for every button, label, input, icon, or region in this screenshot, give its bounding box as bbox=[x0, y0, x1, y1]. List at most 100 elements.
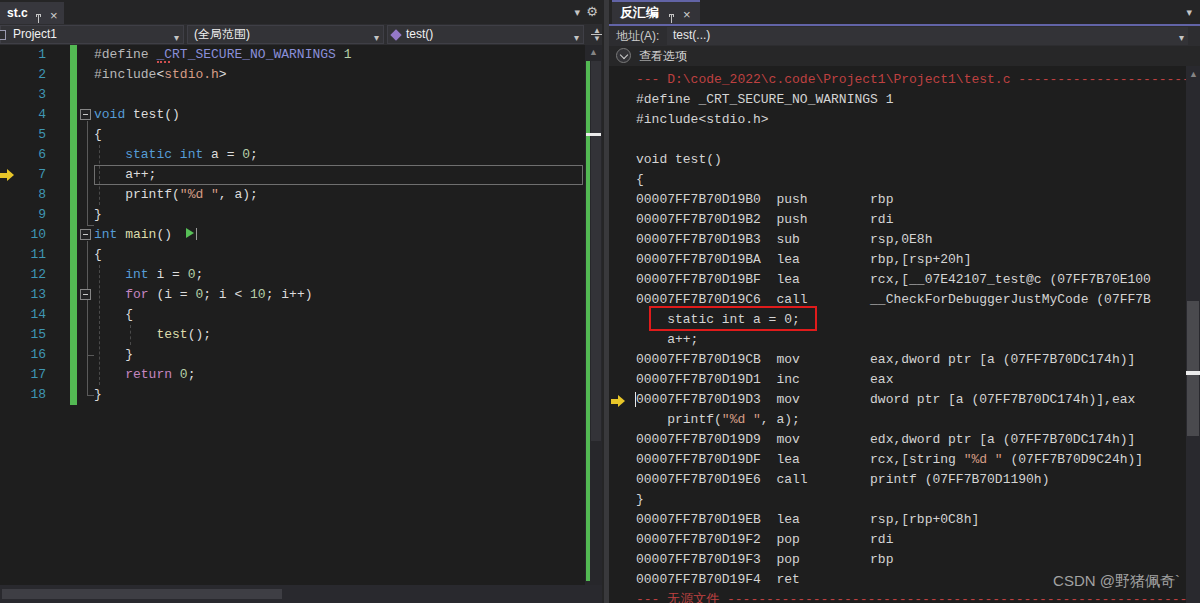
disasm-line: 00007FF7B70D19D3 mov dword ptr [a (07FF7… bbox=[636, 390, 1200, 410]
line-number: 11 bbox=[0, 245, 46, 265]
change-bar bbox=[70, 165, 77, 185]
caret-position-mark bbox=[1186, 371, 1200, 375]
separator-line: --- D:\code_2022\c.code\Project1\Project… bbox=[636, 70, 1200, 90]
source-editor-pane: st.c × ▾ ⚙ Project1 ▾ (全局范围) ▾ test() ▾ bbox=[0, 0, 602, 603]
change-bar bbox=[70, 205, 77, 225]
code-line: 5{ bbox=[0, 125, 602, 145]
visual-studio-window: st.c × ▾ ⚙ Project1 ▾ (全局范围) ▾ test() ▾ bbox=[0, 0, 1200, 603]
fold-collapse-icon[interactable] bbox=[80, 109, 91, 120]
code-lines: 1#define _CRT_SECURE_NO_WARNINGS 12#incl… bbox=[0, 45, 602, 405]
address-combo[interactable]: test(...) ▾ bbox=[667, 27, 1188, 45]
disasm-line: 00007FF7B70D19F2 pop rdi bbox=[636, 530, 1200, 550]
disassembly-pane: 反汇编 × ▾ 地址(A): test(...) ▾ 查看选项 --- D:\c… bbox=[609, 0, 1200, 603]
change-track-marks bbox=[586, 61, 590, 581]
line-number: 9 bbox=[0, 205, 46, 225]
editor-horizontal-scrollbar[interactable] bbox=[0, 585, 602, 603]
code-line: 11{ bbox=[0, 245, 602, 265]
change-bar bbox=[70, 185, 77, 205]
line-number: 5 bbox=[0, 125, 46, 145]
tab-title: st.c bbox=[7, 6, 28, 20]
line-number: 3 bbox=[0, 85, 46, 105]
change-bar bbox=[70, 125, 77, 145]
disasm-line: 00007FF7B70D19B3 sub rsp,0E8h bbox=[636, 230, 1200, 250]
change-bar bbox=[70, 85, 77, 105]
scope-dropdown[interactable]: (全局范围) ▾ bbox=[187, 25, 384, 44]
fold-collapse-icon[interactable] bbox=[80, 289, 91, 300]
text-caret bbox=[635, 392, 636, 407]
disasm-line: 00007FF7B70D19D9 mov edx,dword ptr [a (0… bbox=[636, 430, 1200, 450]
code-line: 18} bbox=[0, 385, 602, 405]
change-bar bbox=[70, 385, 77, 405]
change-bar bbox=[70, 305, 77, 325]
disasm-line: 00007FF7B70D19BF lea rcx,[__07E42107_tes… bbox=[636, 270, 1200, 290]
view-options-bar: 查看选项 bbox=[609, 46, 1200, 66]
code-line: 2#include<stdio.h> bbox=[0, 65, 602, 85]
next-instruction-arrow-icon bbox=[611, 395, 627, 408]
project-icon bbox=[0, 30, 6, 40]
change-bar bbox=[70, 265, 77, 285]
pane-splitter[interactable] bbox=[602, 0, 609, 603]
line-number: 14 bbox=[0, 305, 46, 325]
change-bar bbox=[70, 145, 77, 165]
code-line: 12 int i = 0; bbox=[0, 265, 602, 285]
caret-position-mark bbox=[586, 133, 601, 136]
change-bar bbox=[70, 345, 77, 365]
separator-line: --- 无源文件 -------------------------------… bbox=[636, 590, 1200, 603]
code-line: 8 printf("%d ", a); bbox=[0, 185, 602, 205]
disasm-line: { bbox=[636, 170, 1200, 190]
scope-dropdown-value: (全局范围) bbox=[188, 26, 383, 43]
document-tab-strip: st.c × ▾ ⚙ bbox=[0, 0, 602, 24]
address-label: 地址(A): bbox=[616, 28, 659, 45]
code-line: 14 { bbox=[0, 305, 602, 325]
scroll-up-icon[interactable]: ▲ bbox=[1189, 69, 1198, 79]
scroll-up-icon[interactable]: ▲ bbox=[589, 47, 598, 57]
code-line: 7 a++; bbox=[0, 165, 602, 185]
line-number: 6 bbox=[0, 145, 46, 165]
disassembly-vertical-scrollbar[interactable]: ▲ bbox=[1186, 66, 1200, 603]
tab-list-dropdown-icon[interactable]: ▾ bbox=[574, 6, 580, 19]
disasm-line: void test() bbox=[636, 150, 1200, 170]
disasm-line: } bbox=[636, 490, 1200, 510]
close-icon[interactable]: × bbox=[683, 4, 691, 26]
disasm-line: 00007FF7B70D19E6 call printf (07FF7B70D1… bbox=[636, 470, 1200, 490]
highlight-red-box bbox=[649, 306, 817, 331]
line-number: 13 bbox=[0, 285, 46, 305]
disassembly-content[interactable]: --- D:\code_2022\c.code\Project1\Project… bbox=[609, 66, 1200, 603]
navigation-bar: Project1 ▾ (全局范围) ▾ test() ▾ ▲▼ bbox=[0, 24, 602, 45]
chevron-down-icon: ▾ bbox=[1179, 29, 1184, 46]
disasm-line: #include<stdio.h> bbox=[636, 110, 1200, 130]
line-number: 17 bbox=[0, 365, 46, 385]
line-number: 7 bbox=[0, 165, 46, 185]
tab-disassembly[interactable]: 反汇编 × bbox=[612, 0, 700, 24]
disasm-line: 00007FF7B70D19D1 inc eax bbox=[636, 370, 1200, 390]
tab-st.c[interactable]: st.c × bbox=[0, 2, 64, 24]
code-editor[interactable]: 1#define _CRT_SECURE_NO_WARNINGS 12#incl… bbox=[0, 45, 602, 603]
disasm-line: 00007FF7B70D19DF lea rcx,[string "%d " (… bbox=[636, 450, 1200, 470]
gear-icon[interactable]: ⚙ bbox=[586, 4, 598, 19]
line-number: 12 bbox=[0, 265, 46, 285]
code-line: 6 static int a = 0; bbox=[0, 145, 602, 165]
change-bar bbox=[70, 245, 77, 265]
collapse-chevron-button[interactable] bbox=[616, 48, 631, 63]
watermark: CSDN @野猪佩奇` bbox=[1053, 572, 1180, 591]
run-indicator-icon[interactable] bbox=[186, 228, 194, 238]
line-number: 4 bbox=[0, 105, 46, 125]
fold-collapse-icon[interactable] bbox=[80, 229, 91, 240]
disasm-line: 00007FF7B70D19B2 push rdi bbox=[636, 210, 1200, 230]
change-bar bbox=[70, 325, 77, 345]
code-line: 10int main() bbox=[0, 225, 602, 245]
address-combo-value: test(...) bbox=[673, 28, 710, 42]
code-line: 17 return 0; bbox=[0, 365, 602, 385]
line-number: 1 bbox=[0, 45, 46, 65]
window-menu-icon[interactable]: ▾ bbox=[1186, 6, 1192, 19]
disasm-line: 00007FF7B70D19EB lea rsp,[rbp+0C8h] bbox=[636, 510, 1200, 530]
disasm-line: #define _CRT_SECURE_NO_WARNINGS 1 bbox=[636, 90, 1200, 110]
project-dropdown[interactable]: Project1 ▾ bbox=[0, 25, 184, 44]
disasm-line: 00007FF7B70D19F3 pop rbp bbox=[636, 550, 1200, 570]
member-dropdown[interactable]: test() ▾ bbox=[387, 25, 584, 44]
line-number: 10 bbox=[0, 225, 46, 245]
editor-vertical-scrollbar[interactable]: ▲ bbox=[585, 45, 602, 585]
change-bar bbox=[70, 225, 77, 245]
change-bar bbox=[70, 65, 77, 85]
disasm-line bbox=[636, 130, 1200, 150]
